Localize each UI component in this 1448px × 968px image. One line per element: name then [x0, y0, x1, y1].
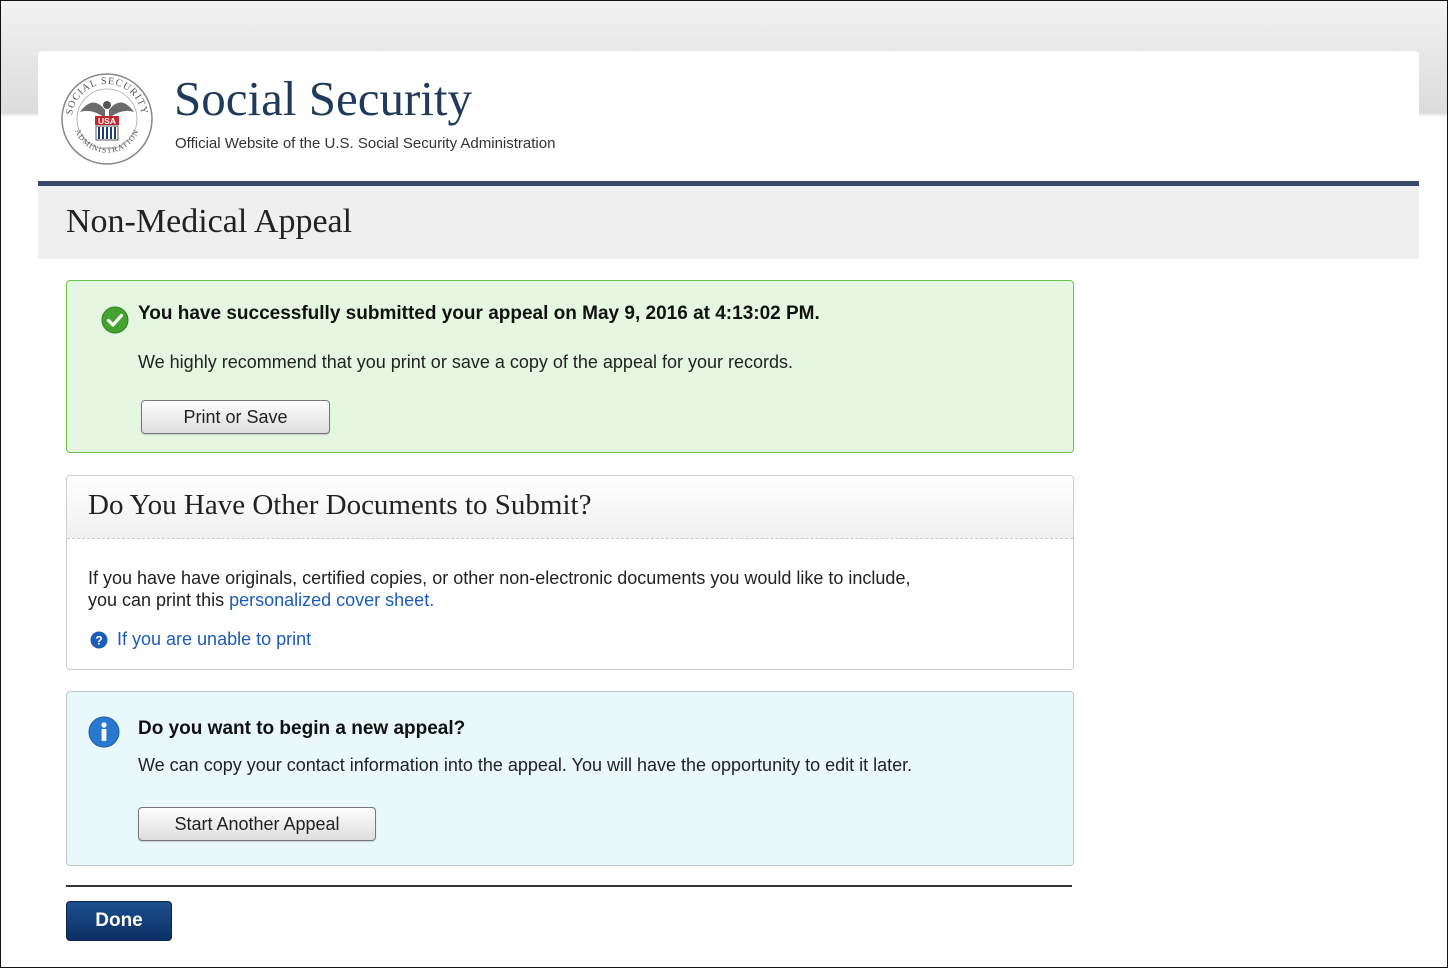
success-headline: You have successfully submitted your app…	[138, 303, 820, 324]
site-header: SOCIAL SECURITY ADMINISTRATION USA Socia…	[38, 51, 1419, 181]
documents-panel-text-prefix: you can print this	[88, 590, 230, 610]
success-message: We highly recommend that you print or sa…	[138, 352, 794, 372]
start-another-appeal-button[interactable]: Start Another Appeal	[138, 807, 376, 841]
checkmark-circle-icon	[101, 306, 129, 334]
site-tagline: Official Website of the U.S. Social Secu…	[175, 135, 556, 152]
footer-divider	[66, 885, 1072, 887]
svg-text:USA: USA	[98, 116, 116, 126]
unable-to-print-link[interactable]: If you are unable to print	[117, 629, 311, 650]
documents-panel-title: Do You Have Other Documents to Submit?	[88, 489, 592, 521]
new-appeal-message: We can copy your contact information int…	[138, 755, 913, 775]
info-circle-icon	[88, 716, 120, 748]
done-button[interactable]: Done	[66, 901, 172, 941]
svg-text:?: ?	[95, 634, 102, 648]
cover-sheet-link[interactable]: personalized cover sheet.	[229, 590, 434, 610]
page-title: Non-Medical Appeal	[66, 203, 353, 240]
page-card: SOCIAL SECURITY ADMINISTRATION USA Socia…	[38, 51, 1419, 967]
documents-panel-header: Do You Have Other Documents to Submit?	[67, 476, 1073, 539]
documents-panel-text: If you have have originals, certified co…	[88, 568, 911, 588]
documents-panel-text-line2: you can print this personalized cover sh…	[88, 590, 434, 611]
documents-panel: Do You Have Other Documents to Submit? I…	[66, 475, 1074, 670]
ssa-seal-logo[interactable]: SOCIAL SECURITY ADMINISTRATION USA	[60, 72, 154, 166]
new-appeal-headline: Do you want to begin a new appeal?	[138, 718, 466, 739]
print-or-save-button[interactable]: Print or Save	[141, 400, 330, 434]
success-alert: You have successfully submitted your app…	[66, 280, 1074, 453]
question-circle-icon: ?	[90, 631, 108, 649]
browser-viewport: SOCIAL SECURITY ADMINISTRATION USA Socia…	[0, 0, 1448, 968]
new-appeal-alert: Do you want to begin a new appeal? We ca…	[66, 691, 1074, 866]
site-brand-name[interactable]: Social Security	[174, 69, 472, 129]
